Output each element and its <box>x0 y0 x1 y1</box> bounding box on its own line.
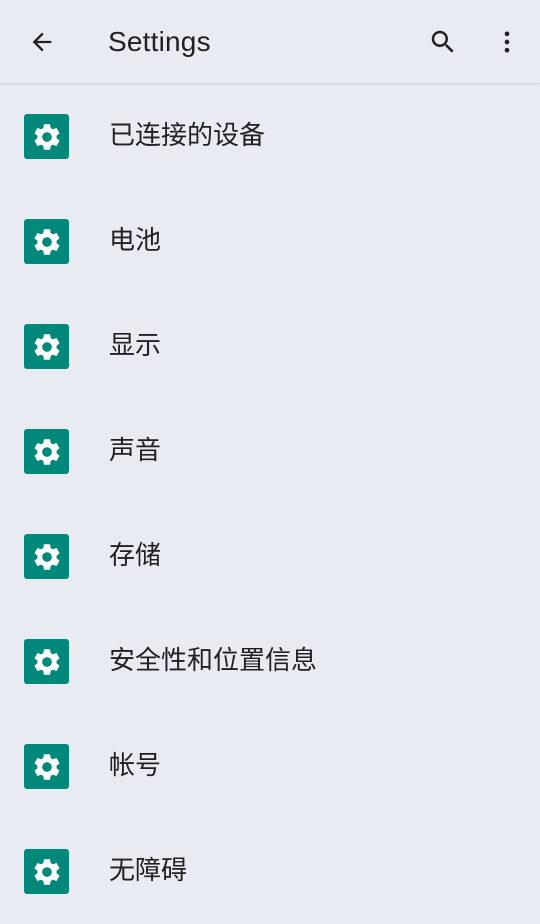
settings-item-label: 电池 <box>109 226 162 256</box>
gear-icon <box>24 324 69 369</box>
gear-icon <box>24 639 69 684</box>
settings-item-accounts[interactable]: 帐号 <box>0 714 540 819</box>
settings-item-storage[interactable]: 存储 <box>0 504 540 609</box>
more-options-button[interactable] <box>483 18 531 66</box>
gear-icon <box>24 849 69 894</box>
settings-item-label: 显示 <box>109 331 162 361</box>
settings-item-display[interactable]: 显示 <box>0 294 540 399</box>
settings-item-security-location[interactable]: 安全性和位置信息 <box>0 609 540 714</box>
settings-item-sound[interactable]: 声音 <box>0 399 540 504</box>
page-title: Settings <box>108 26 211 57</box>
settings-item-label: 存储 <box>109 541 162 571</box>
settings-list: 已连接的设备 电池 显示 声音 存储 安全性和位置信息 帐号 无障碍 <box>0 84 540 924</box>
settings-item-battery[interactable]: 电池 <box>0 189 540 294</box>
search-icon <box>431 30 454 53</box>
settings-item-accessibility[interactable]: 无障碍 <box>0 819 540 924</box>
gear-icon <box>24 429 69 474</box>
settings-item-label: 帐号 <box>109 751 162 781</box>
settings-item-connected-devices[interactable]: 已连接的设备 <box>0 84 540 189</box>
back-button[interactable] <box>18 18 66 66</box>
more-vert-icon <box>504 31 510 53</box>
search-button[interactable] <box>419 18 467 66</box>
settings-item-label: 声音 <box>109 436 162 466</box>
settings-item-label: 已连接的设备 <box>109 121 266 151</box>
app-bar: Settings <box>0 0 540 84</box>
gear-icon <box>24 219 69 264</box>
arrow-back-icon <box>32 32 52 52</box>
settings-item-label: 无障碍 <box>109 856 188 886</box>
settings-item-label: 安全性和位置信息 <box>109 646 318 676</box>
gear-icon <box>24 534 69 579</box>
gear-icon <box>24 744 69 789</box>
gear-icon <box>24 114 69 159</box>
